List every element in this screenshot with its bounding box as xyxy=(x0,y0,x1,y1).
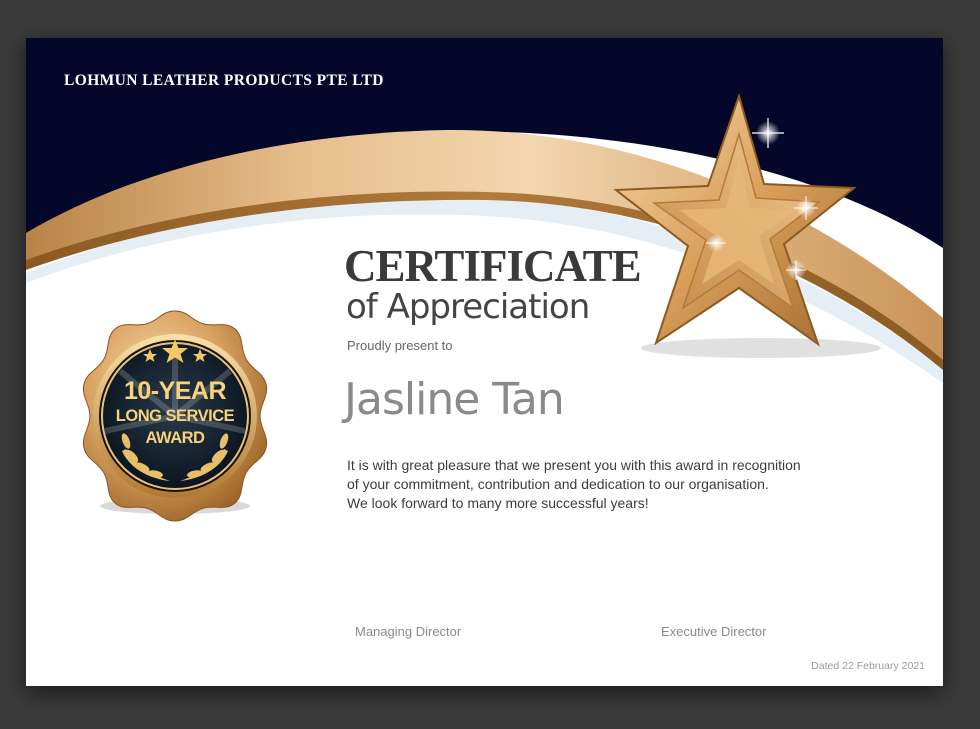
company-name: LOHMUN LEATHER PRODUCTS PTE LTD xyxy=(64,72,384,89)
award-message: It is with great pleasure that we presen… xyxy=(347,456,907,513)
award-badge: 10-YEAR LONG SERVICE AWARD xyxy=(60,301,290,531)
present-line: Proudly present to xyxy=(347,338,453,353)
certificate: LOHMUN LEATHER PRODUCTS PTE LTD CERTIFIC… xyxy=(26,38,943,686)
message-line: of your commitment, contribution and ded… xyxy=(347,476,769,492)
badge-award: AWARD xyxy=(145,429,205,447)
badge-years: 10-YEAR xyxy=(123,377,227,405)
recipient-name: Jasline Tan xyxy=(344,374,565,425)
signature-managing-director: Managing Director xyxy=(355,624,462,639)
message-line: It is with great pleasure that we presen… xyxy=(347,457,801,473)
signature-executive-director: Executive Director xyxy=(661,624,767,639)
badge-service: LONG SERVICE xyxy=(115,407,235,425)
certificate-title: CERTIFICATE xyxy=(344,241,642,291)
certificate-subtitle: of Appreciation xyxy=(346,287,590,327)
date-line: Dated 22 February 2021 xyxy=(811,660,925,672)
message-line: We look forward to many more successful … xyxy=(347,495,649,511)
